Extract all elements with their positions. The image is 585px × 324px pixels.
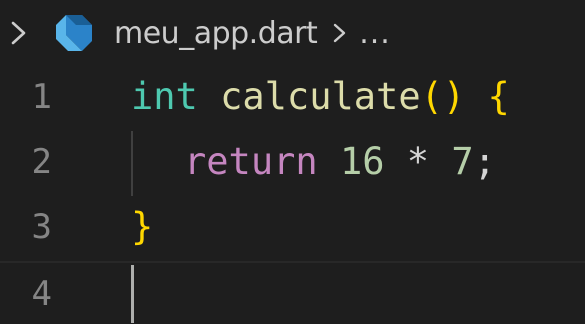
dart-file-icon bbox=[56, 15, 92, 51]
line-number: 4 bbox=[31, 274, 52, 314]
operator: * bbox=[406, 140, 430, 183]
code-line-current[interactable]: 4 bbox=[0, 261, 585, 324]
code-line[interactable]: 2 return 16 * 7; bbox=[0, 131, 585, 196]
brace-close: } bbox=[131, 205, 154, 248]
semicolon: ; bbox=[473, 140, 496, 183]
brace-open: { bbox=[487, 75, 510, 118]
line-number: 1 bbox=[31, 77, 52, 117]
line-content: return 16 * 7; bbox=[184, 131, 496, 193]
number-literal: 16 bbox=[339, 140, 385, 183]
return-keyword: return bbox=[184, 140, 318, 183]
breadcrumb: meu_app.dart ... bbox=[0, 0, 585, 66]
code-line[interactable]: 1 int calculate() { bbox=[0, 66, 585, 131]
line-content: int calculate() { bbox=[131, 66, 510, 128]
text-cursor bbox=[131, 265, 134, 323]
function-name: calculate bbox=[220, 75, 421, 118]
paren-open: ( bbox=[420, 75, 443, 118]
breadcrumb-file-name[interactable]: meu_app.dart bbox=[114, 16, 318, 51]
chevron-right-icon bbox=[334, 23, 346, 43]
number-literal: 7 bbox=[451, 140, 474, 183]
breadcrumb-more[interactable]: ... bbox=[359, 16, 391, 51]
paren-close: ) bbox=[442, 75, 466, 118]
type-keyword: int bbox=[131, 75, 198, 118]
code-editor[interactable]: meu_app.dart ... 1 int calculate() { 2 r… bbox=[0, 0, 585, 324]
chevron-right-icon[interactable] bbox=[10, 18, 28, 48]
line-number: 2 bbox=[31, 142, 52, 182]
line-content: } bbox=[131, 196, 153, 258]
code-lines: 1 int calculate() { 2 return 16 * 7; 3 }… bbox=[0, 66, 585, 324]
code-line[interactable]: 3 } bbox=[0, 196, 585, 261]
indent-guide bbox=[131, 131, 133, 196]
line-number: 3 bbox=[31, 207, 52, 247]
